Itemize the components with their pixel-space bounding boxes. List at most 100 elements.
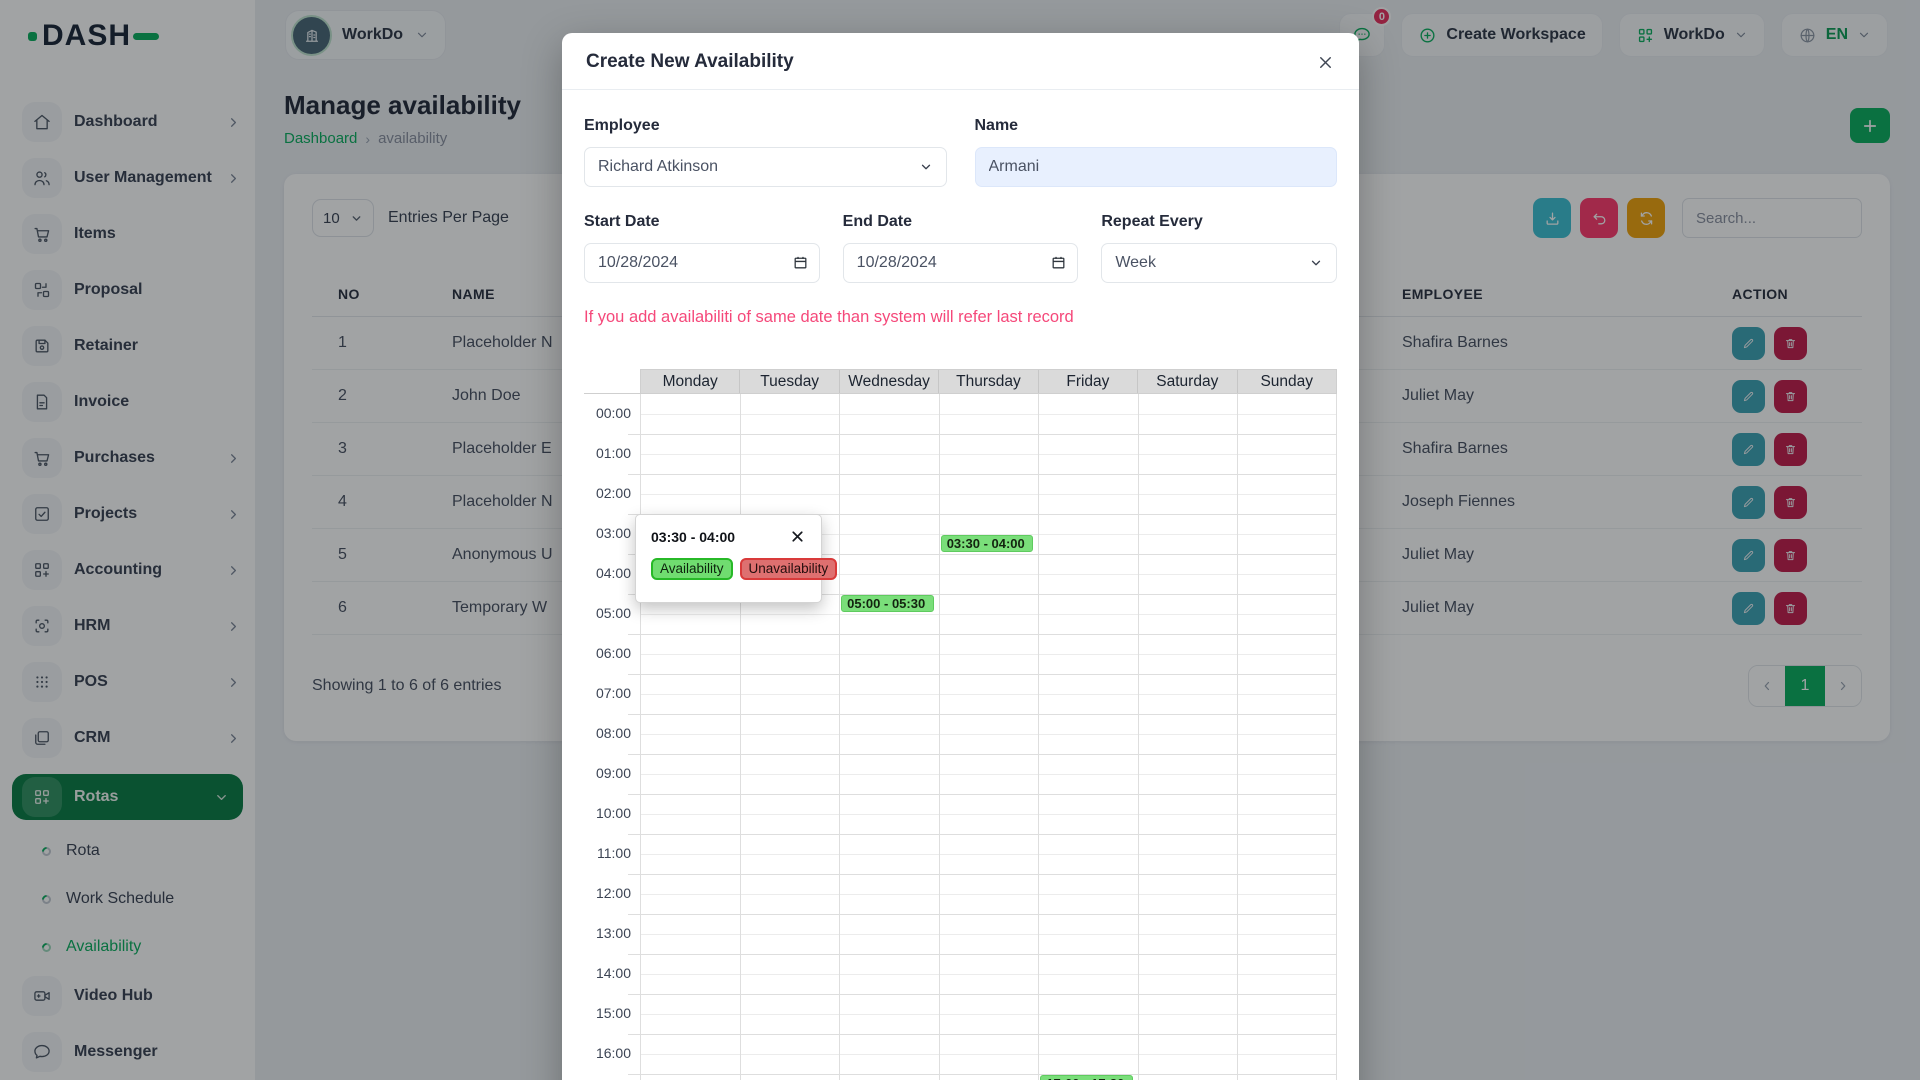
half-hour-gridline	[640, 1014, 1337, 1015]
time-label: 02:00	[584, 485, 631, 501]
hour-gridline	[628, 714, 1337, 715]
day-header-monday: Monday	[641, 370, 739, 393]
close-icon	[789, 528, 806, 545]
end-date-field: End Date	[843, 213, 1079, 283]
same-date-warning: If you add availabiliti of same date tha…	[584, 308, 1337, 327]
create-availability-modal: Create New Availability Employee Richard…	[562, 33, 1359, 1080]
start-date-label: Start Date	[584, 213, 820, 231]
calendar-event[interactable]: 05:00 - 05:30	[841, 595, 934, 612]
calendar-day-header: MondayTuesdayWednesdayThursdayFridaySatu…	[640, 369, 1337, 393]
end-date-input[interactable]	[843, 243, 1079, 283]
time-label: 15:00	[584, 1005, 631, 1021]
column-gridline	[1336, 394, 1337, 1080]
half-hour-gridline	[640, 814, 1337, 815]
close-icon	[1316, 53, 1335, 72]
time-label: 09:00	[584, 765, 631, 781]
day-header-saturday: Saturday	[1137, 370, 1236, 393]
hour-gridline	[628, 754, 1337, 755]
hour-gridline	[628, 434, 1337, 435]
half-hour-gridline	[640, 1054, 1337, 1055]
repeat-field: Repeat Every Week	[1101, 213, 1337, 283]
repeat-select-value: Week	[1115, 254, 1156, 272]
start-date-field: Start Date	[584, 213, 820, 283]
time-label: 12:00	[584, 885, 631, 901]
hour-gridline	[628, 1034, 1337, 1035]
column-gridline	[640, 394, 641, 1080]
modal-body: Employee Richard Atkinson Name Start Dat…	[562, 90, 1359, 1080]
time-label: 14:00	[584, 965, 631, 981]
slot-action-popup: 03:30 - 04:00 Availability Unavailabilit…	[635, 514, 822, 603]
employee-select[interactable]: Richard Atkinson	[584, 147, 947, 187]
hour-gridline	[628, 1074, 1337, 1075]
column-gridline	[1038, 394, 1039, 1080]
column-gridline	[1237, 394, 1238, 1080]
time-label: 03:00	[584, 525, 631, 541]
hour-gridline	[628, 994, 1337, 995]
availability-calendar: MondayTuesdayWednesdayThursdayFridaySatu…	[584, 369, 1337, 1080]
employee-field: Employee Richard Atkinson	[584, 117, 947, 187]
hour-gridline	[628, 834, 1337, 835]
half-hour-gridline	[640, 614, 1337, 615]
column-gridline	[740, 394, 741, 1080]
half-hour-gridline	[640, 774, 1337, 775]
calendar-event[interactable]: 17:00 - 17:30	[1040, 1075, 1133, 1080]
column-gridline	[939, 394, 940, 1080]
availability-button[interactable]: Availability	[651, 558, 733, 580]
start-date-input[interactable]	[584, 243, 820, 283]
hour-gridline	[628, 794, 1337, 795]
half-hour-gridline	[640, 894, 1337, 895]
hour-gridline	[628, 634, 1337, 635]
repeat-select[interactable]: Week	[1101, 243, 1337, 283]
half-hour-gridline	[640, 854, 1337, 855]
employee-select-value: Richard Atkinson	[598, 158, 718, 176]
half-hour-gridline	[640, 414, 1337, 415]
unavailability-button[interactable]: Unavailability	[740, 558, 838, 580]
name-label: Name	[975, 117, 1338, 135]
day-header-tuesday: Tuesday	[739, 370, 838, 393]
employee-label: Employee	[584, 117, 947, 135]
day-header-wednesday: Wednesday	[839, 370, 938, 393]
half-hour-gridline	[640, 654, 1337, 655]
hour-gridline	[628, 474, 1337, 475]
modal-close-button[interactable]	[1316, 53, 1335, 72]
hour-gridline	[628, 874, 1337, 875]
popup-close-button[interactable]	[789, 528, 806, 545]
half-hour-gridline	[640, 454, 1337, 455]
half-hour-gridline	[640, 974, 1337, 975]
app-root: DASH DashboardUser ManagementItemsPropos…	[0, 0, 1920, 1080]
name-input[interactable]	[975, 147, 1338, 187]
modal-title: Create New Availability	[586, 51, 794, 73]
end-date-label: End Date	[843, 213, 1079, 231]
time-label: 10:00	[584, 805, 631, 821]
time-label: 16:00	[584, 1045, 631, 1061]
time-label: 13:00	[584, 925, 631, 941]
time-label: 07:00	[584, 685, 631, 701]
calendar-event[interactable]: 03:30 - 04:00	[941, 535, 1034, 552]
time-label: 06:00	[584, 645, 631, 661]
half-hour-gridline	[640, 734, 1337, 735]
half-hour-gridline	[640, 694, 1337, 695]
hour-gridline	[628, 914, 1337, 915]
time-label: 04:00	[584, 565, 631, 581]
calendar-grid[interactable]: 00:00 01:00 02:00 03:00 04:00 05:00 06:00 07:00…	[584, 393, 1337, 1080]
repeat-label: Repeat Every	[1101, 213, 1337, 231]
time-label: 00:00	[584, 405, 631, 421]
column-gridline	[839, 394, 840, 1080]
hour-gridline	[628, 674, 1337, 675]
day-header-thursday: Thursday	[938, 370, 1037, 393]
chevron-down-icon	[1309, 256, 1323, 270]
time-label: 01:00	[584, 445, 631, 461]
column-gridline	[1138, 394, 1139, 1080]
hour-gridline	[628, 954, 1337, 955]
modal-header: Create New Availability	[562, 33, 1359, 90]
half-hour-gridline	[640, 934, 1337, 935]
name-field: Name	[975, 117, 1338, 187]
popup-time-range: 03:30 - 04:00	[651, 529, 735, 545]
day-header-sunday: Sunday	[1237, 370, 1336, 393]
day-header-friday: Friday	[1038, 370, 1137, 393]
time-label: 11:00	[584, 845, 631, 861]
half-hour-gridline	[640, 494, 1337, 495]
time-label: 05:00	[584, 605, 631, 621]
time-label: 08:00	[584, 725, 631, 741]
chevron-down-icon	[919, 160, 933, 174]
